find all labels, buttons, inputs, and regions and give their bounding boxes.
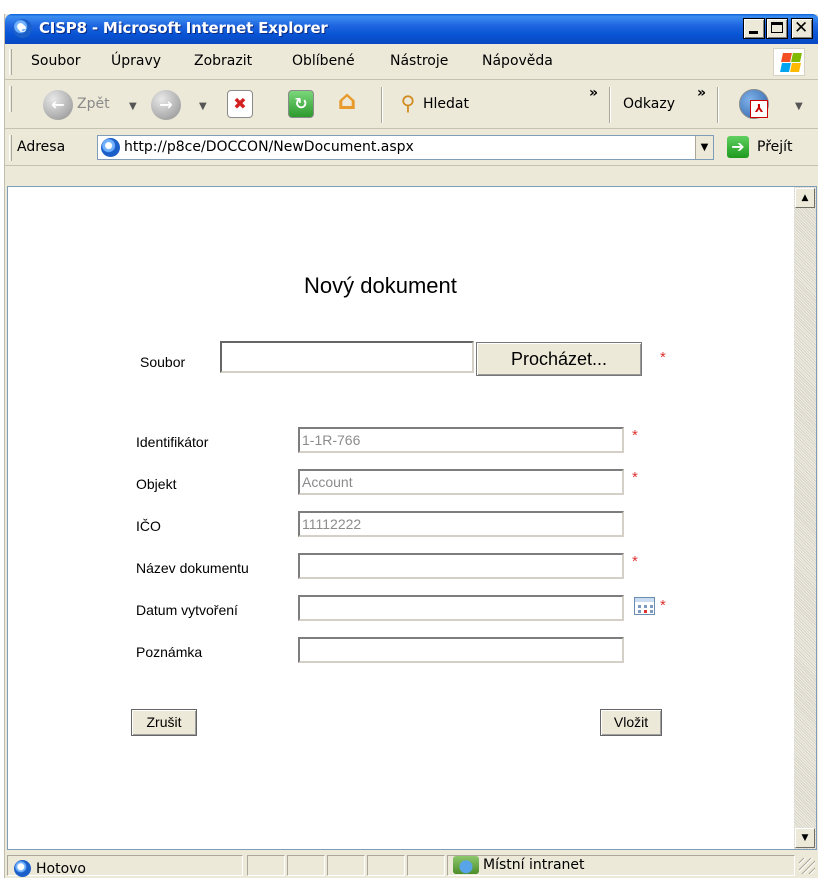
toolbar-grip[interactable] bbox=[9, 86, 12, 112]
links-chevron-icon[interactable]: » bbox=[697, 85, 706, 101]
address-dropdown-icon[interactable]: ▼ bbox=[695, 136, 713, 159]
links-label[interactable]: Odkazy bbox=[623, 96, 675, 112]
content-frame: Nový dokument Soubor Procházet... * Iden… bbox=[7, 186, 817, 850]
note-field[interactable] bbox=[298, 637, 624, 663]
home-icon[interactable]: ⌂ bbox=[334, 88, 360, 116]
page-icon bbox=[101, 138, 120, 157]
created-date-required-mark: * bbox=[660, 597, 666, 614]
created-date-label: Datum vytvoření bbox=[136, 602, 238, 618]
identifier-required-mark: * bbox=[632, 427, 638, 444]
calendar-icon[interactable] bbox=[634, 597, 655, 615]
go-arrow-icon[interactable]: ➔ bbox=[727, 136, 749, 158]
toolbar-separator bbox=[381, 87, 383, 123]
browser-window: e CISP8 - Microsoft Internet Explorer ✕ … bbox=[4, 14, 818, 878]
status-panel bbox=[367, 855, 405, 876]
status-panel bbox=[287, 855, 325, 876]
identifier-label: Identifikátor bbox=[136, 434, 209, 450]
vertical-scrollbar[interactable]: ▲ ▼ bbox=[794, 187, 816, 849]
maximize-icon bbox=[771, 22, 783, 33]
forward-dropdown-icon[interactable]: ▼ bbox=[199, 101, 207, 112]
status-panel bbox=[327, 855, 365, 876]
resize-grip-icon[interactable] bbox=[799, 858, 815, 874]
minimize-icon bbox=[749, 31, 758, 34]
maximize-button[interactable] bbox=[766, 18, 788, 39]
menu-napoveda[interactable]: Nápověda bbox=[482, 53, 553, 69]
close-button[interactable]: ✕ bbox=[791, 18, 813, 39]
toolbar-chevron-icon[interactable]: » bbox=[589, 85, 598, 101]
menu-soubor[interactable]: Soubor bbox=[31, 53, 81, 69]
forward-arrow-icon[interactable]: → bbox=[151, 90, 181, 120]
document-area: Nový dokument Soubor Procházet... * Iden… bbox=[8, 187, 794, 849]
menu-grip[interactable] bbox=[9, 49, 12, 75]
doc-name-field[interactable] bbox=[298, 553, 624, 579]
address-url[interactable]: http://p8ce/DOCCON/NewDocument.aspx bbox=[124, 139, 414, 155]
stop-icon[interactable]: ✖ bbox=[227, 90, 253, 118]
note-label: Poznámka bbox=[136, 644, 203, 660]
page-title: Nový dokument bbox=[304, 273, 457, 298]
toolbar-separator bbox=[609, 87, 611, 123]
toolbar-separator bbox=[717, 87, 719, 123]
address-grip[interactable] bbox=[9, 135, 12, 161]
file-required-mark: * bbox=[660, 349, 666, 366]
menu-oblibene[interactable]: Oblíbené bbox=[292, 53, 355, 69]
address-label: Adresa bbox=[17, 139, 66, 155]
back-dropdown-icon[interactable]: ▼ bbox=[129, 101, 137, 112]
pdf-icon[interactable]: ⅄ bbox=[739, 89, 769, 119]
status-zone: Místní intranet bbox=[483, 857, 585, 873]
menu-nastroje[interactable]: Nástroje bbox=[390, 53, 448, 69]
status-main-panel: Hotovo bbox=[7, 855, 243, 877]
back-arrow-icon[interactable]: ← bbox=[43, 90, 73, 120]
magnifier-icon[interactable]: ⚲ bbox=[395, 90, 421, 118]
standard-toolbar: ← Zpět ▼ → ▼ ✖ ↻ ⌂ ⚲ Hledat » Odkazy » ⅄… bbox=[5, 81, 818, 129]
title-bar[interactable]: e CISP8 - Microsoft Internet Explorer ✕ bbox=[5, 14, 818, 44]
status-bar: Hotovo Místní intranet bbox=[5, 852, 818, 878]
status-text: Hotovo bbox=[36, 861, 86, 877]
identifier-field[interactable]: 1-1R-766 bbox=[298, 427, 624, 453]
go-button[interactable]: Přejít bbox=[757, 139, 793, 155]
scroll-up-icon[interactable]: ▲ bbox=[795, 188, 815, 208]
refresh-icon[interactable]: ↻ bbox=[288, 90, 314, 118]
menu-upravy[interactable]: Úpravy bbox=[111, 53, 161, 69]
object-field[interactable]: Account bbox=[298, 469, 624, 495]
back-label[interactable]: Zpět bbox=[77, 96, 110, 112]
ico-label: IČO bbox=[136, 518, 161, 534]
insert-button[interactable]: Vložit bbox=[600, 709, 662, 736]
close-icon: ✕ bbox=[794, 18, 809, 38]
status-panel bbox=[407, 855, 445, 876]
intranet-icon bbox=[453, 856, 479, 874]
doc-name-required-mark: * bbox=[632, 553, 638, 570]
ie-icon[interactable]: e bbox=[13, 19, 32, 38]
created-date-field[interactable] bbox=[298, 595, 624, 621]
status-page-icon bbox=[14, 860, 31, 877]
doc-name-label: Název dokumentu bbox=[136, 560, 249, 576]
window-title: CISP8 - Microsoft Internet Explorer bbox=[39, 19, 328, 37]
object-label: Objekt bbox=[136, 476, 177, 492]
minimize-button[interactable] bbox=[743, 18, 765, 39]
address-bar: Adresa http://p8ce/DOCCON/NewDocument.as… bbox=[5, 130, 818, 166]
file-label: Soubor bbox=[140, 354, 186, 370]
browse-button[interactable]: Procházet... bbox=[476, 342, 642, 376]
address-input[interactable]: http://p8ce/DOCCON/NewDocument.aspx ▼ bbox=[97, 135, 714, 160]
menu-zobrazit[interactable]: Zobrazit bbox=[194, 53, 252, 69]
status-panel bbox=[247, 855, 285, 876]
windows-logo-icon bbox=[773, 48, 805, 76]
ico-field[interactable]: 11112222 bbox=[298, 511, 624, 537]
pdf-badge-icon: ⅄ bbox=[750, 100, 768, 118]
pdf-dropdown-icon[interactable]: ▼ bbox=[795, 101, 803, 112]
file-input[interactable] bbox=[220, 341, 474, 373]
search-label[interactable]: Hledat bbox=[423, 96, 469, 112]
cancel-button[interactable]: Zrušit bbox=[131, 709, 197, 736]
object-required-mark: * bbox=[632, 469, 638, 486]
scroll-down-icon[interactable]: ▼ bbox=[795, 828, 815, 848]
menu-bar: Soubor Úpravy Zobrazit Oblíbené Nástroje… bbox=[5, 44, 818, 80]
